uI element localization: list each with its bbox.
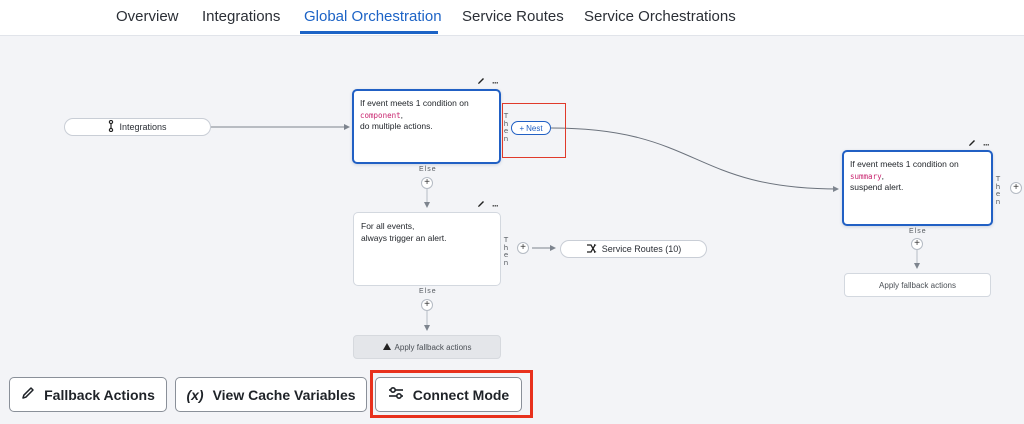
rule3-else-add-button[interactable]: +: [911, 238, 923, 250]
more-icon[interactable]: ···: [492, 201, 499, 211]
fallback-actions-label: Fallback Actions: [44, 386, 155, 403]
apply-fallback-actions-disabled[interactable]: Apply fallback actions: [353, 335, 501, 359]
edit-icon[interactable]: [477, 77, 485, 88]
rule3-card[interactable]: If event meets 1 condition on summary, s…: [842, 150, 993, 226]
rule1-field-suffix: ,: [400, 109, 404, 120]
rule2-then-add-button[interactable]: +: [517, 242, 529, 254]
rule2-actions: ···: [477, 200, 499, 211]
integrations-node-label: Integrations: [119, 122, 167, 132]
rule3-line3: suspend alert.: [850, 182, 904, 192]
tab-overview[interactable]: Overview: [116, 8, 179, 25]
rule1-line3: do multiple actions.: [360, 121, 433, 131]
integrations-node[interactable]: Integrations: [64, 118, 211, 136]
rule1-line1: If event meets 1 condition on: [360, 98, 469, 108]
tab-service-orchestrations[interactable]: Service Orchestrations: [584, 8, 736, 25]
rule3-then-add-button[interactable]: +: [1010, 182, 1022, 194]
rule3-else-label: Else: [909, 228, 927, 235]
rule2-then-label: Then: [503, 236, 509, 267]
rule2-line1: For all events,: [361, 221, 415, 231]
rule2-else-label: Else: [419, 288, 437, 295]
rule3-then-label: Then: [995, 175, 1001, 206]
nest-label: Nest: [526, 123, 543, 133]
integration-icon: [108, 119, 114, 134]
more-icon[interactable]: ···: [492, 78, 499, 88]
edit-icon[interactable]: [968, 139, 976, 150]
rule3-line1: If event meets 1 condition on: [850, 159, 959, 169]
tab-global-orchestration[interactable]: Global Orchestration: [304, 8, 442, 25]
rule3-field: summary: [850, 171, 882, 181]
connect-mode-button[interactable]: Connect Mode: [375, 377, 522, 412]
pencil-icon: [21, 386, 35, 403]
top-nav: Overview Integrations Global Orchestrati…: [0, 0, 1024, 36]
view-cache-variables-label: View Cache Variables: [212, 386, 356, 403]
warning-icon: [382, 342, 391, 352]
active-tab-indicator: [300, 31, 438, 34]
connect-mode-label: Connect Mode: [412, 386, 510, 403]
route-icon: [586, 243, 597, 255]
rule3-actions: ···: [968, 139, 990, 150]
rule2-line2: always trigger an alert.: [361, 232, 447, 243]
rule2-else-add-button[interactable]: +: [421, 299, 433, 311]
rule2-card[interactable]: For all events, always trigger an alert.: [353, 212, 501, 286]
rule1-else-label: Else: [419, 166, 437, 173]
service-routes-label: Service Routes (10): [601, 244, 682, 254]
tab-integrations[interactable]: Integrations: [202, 8, 280, 25]
nest-button[interactable]: + Nest: [511, 121, 551, 135]
edit-icon[interactable]: [477, 200, 485, 211]
apply-fallback-label: Apply fallback actions: [394, 342, 472, 352]
rule1-field: component: [360, 110, 401, 120]
service-routes-node[interactable]: Service Routes (10): [560, 240, 707, 258]
apply-fallback-actions[interactable]: Apply fallback actions: [844, 273, 991, 297]
rule1-card[interactable]: If event meets 1 condition on component,…: [352, 89, 501, 164]
rule1-else-add-button[interactable]: +: [421, 177, 433, 189]
tab-service-routes[interactable]: Service Routes: [462, 8, 564, 25]
more-icon[interactable]: ···: [983, 140, 990, 150]
variable-icon: (x): [186, 386, 204, 403]
apply-fallback-right-label: Apply fallback actions: [879, 280, 956, 290]
plus-icon: +: [519, 123, 525, 133]
sliders-icon: [388, 386, 404, 403]
fallback-actions-button[interactable]: Fallback Actions: [9, 377, 167, 412]
rule3-field-suffix: ,: [881, 170, 884, 181]
view-cache-variables-button[interactable]: (x) View Cache Variables: [175, 377, 367, 412]
rule1-actions: ···: [477, 77, 499, 88]
